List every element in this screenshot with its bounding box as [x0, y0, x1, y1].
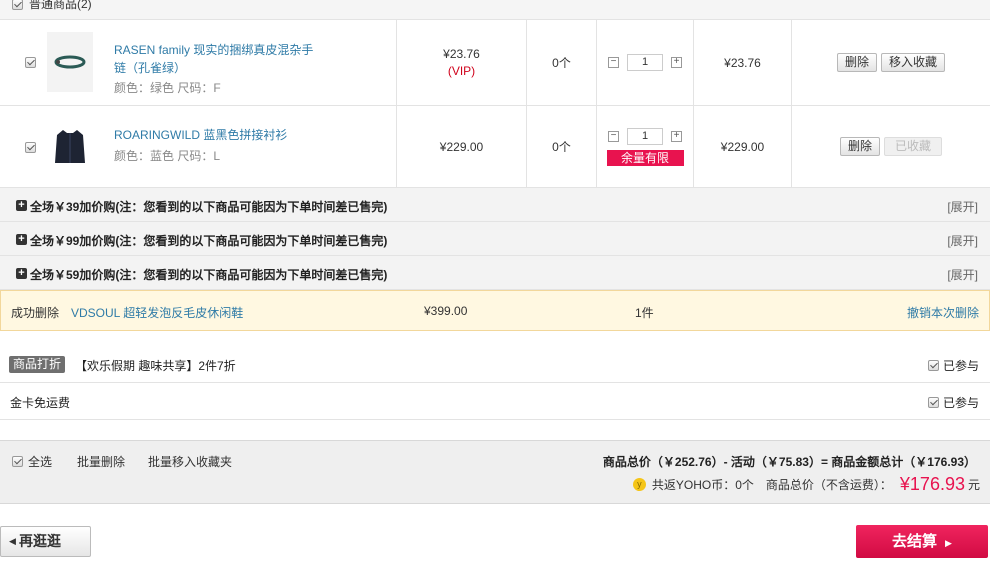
- addon-row: + 全场￥59加价购(注：您看到的以下商品可能因为下单时间差已售完) [展开]: [0, 256, 990, 290]
- promo-joined-label: 已参与: [942, 396, 979, 410]
- expand-link[interactable]: [展开]: [947, 232, 978, 249]
- delete-button[interactable]: 删除: [839, 137, 880, 156]
- promo-joined-label: 已参与: [942, 359, 979, 373]
- qty-cell: − 1 +: [596, 20, 693, 105]
- unit-price: ¥229.00: [439, 139, 484, 154]
- addon-row: + 全场￥39加价购(注：您看到的以下商品可能因为下单时间差已售完) [展开]: [0, 188, 990, 222]
- addon-text: 全场￥99加价购(注：您看到的以下商品可能因为下单时间差已售完): [30, 234, 388, 248]
- deleted-product-link[interactable]: VDSOUL 超轻发泡反毛皮休闲鞋: [71, 304, 243, 321]
- promo-text: 金卡免运费: [10, 396, 71, 410]
- product-thumbnail[interactable]: [47, 117, 93, 177]
- section-header: 普通商品(2): [0, 0, 990, 20]
- item-checkbox[interactable]: [25, 142, 36, 153]
- select-all[interactable]: 全选: [12, 453, 52, 470]
- expand-link[interactable]: [展开]: [947, 198, 978, 215]
- cart-footer: 全选 批量删除 批量移入收藏夹 商品总价（￥252.76）- 活动（￥75.83…: [0, 440, 990, 504]
- shirt-icon: [55, 130, 85, 163]
- batch-favorite-link[interactable]: 批量移入收藏夹: [148, 453, 232, 470]
- subtotal-cell: ¥229.00: [693, 106, 791, 187]
- batch-delete-link[interactable]: 批量删除: [77, 453, 125, 470]
- left-arrow-icon: ◀: [9, 536, 16, 546]
- deleted-price: ¥399.00: [424, 304, 468, 318]
- expand-plus-icon[interactable]: +: [16, 268, 27, 279]
- yoho-coins: 共返YOHO币：0个: [651, 478, 754, 492]
- product-attrs: 颜色：绿色 尺码：F: [114, 81, 221, 95]
- quantity-input[interactable]: 1: [627, 127, 663, 145]
- move-to-favorites-button[interactable]: 移入收藏: [881, 53, 946, 72]
- cart-item-row: RASEN family 现实的捆绑真皮混杂手链（孔雀绿） 颜色：绿色 尺码：F…: [0, 20, 990, 106]
- total-amount: ¥176.93: [899, 474, 965, 494]
- increase-button[interactable]: +: [671, 130, 682, 142]
- yoho-coin-icon: y: [632, 478, 646, 491]
- price-summary: 商品总价（￥252.76）- 活动（￥75.83）= 商品金额总计（￥176.9…: [602, 455, 976, 469]
- checkout-button[interactable]: 去结算 ▶: [856, 525, 988, 558]
- subtotal-cell: ¥23.76: [693, 20, 791, 105]
- select-all-label[interactable]: 全选: [28, 455, 52, 469]
- actions-cell: 删除 移入收藏: [791, 20, 990, 105]
- deleted-item-notice: 成功删除 VDSOUL 超轻发泡反毛皮休闲鞋 ¥399.00 1件 撤销本次删除: [0, 290, 990, 331]
- currency-unit: 元: [967, 478, 980, 492]
- section-title: 普通商品(2): [29, 0, 92, 11]
- price-cell: ¥229.00: [396, 106, 526, 187]
- product-attrs: 颜色：蓝色 尺码：L: [114, 149, 221, 163]
- stock-count: 0个: [552, 56, 571, 70]
- product-thumbnail[interactable]: [47, 32, 93, 92]
- promo-text: 【欢乐假期 趣味共享】2件7折: [75, 359, 236, 373]
- right-arrow-icon: ▶: [945, 538, 952, 548]
- actions-cell: 删除 已收藏: [791, 106, 990, 187]
- continue-shopping-button[interactable]: ◀ 再逛逛: [0, 526, 91, 557]
- subtotal: ¥23.76: [724, 55, 761, 70]
- product-name-link[interactable]: ROARINGWILD 蓝黑色拼接衬衫: [114, 126, 324, 144]
- qty-cell: − 1 + 余量有限: [596, 106, 693, 187]
- expand-plus-icon[interactable]: +: [16, 234, 27, 245]
- promo-joined: 已参与: [927, 394, 979, 411]
- decrease-button[interactable]: −: [608, 57, 619, 68]
- total-line: y 共返YOHO币：0个 商品总价（不含运费）： ¥176.93 元: [632, 474, 980, 495]
- promo-checkbox[interactable]: [927, 360, 939, 372]
- stock-cell: 0个: [526, 20, 596, 105]
- section-checkbox[interactable]: [12, 0, 23, 10]
- undo-delete-link[interactable]: 撤销本次删除: [907, 304, 979, 321]
- decrease-button[interactable]: −: [608, 130, 619, 142]
- continue-shopping-label: 再逛逛: [19, 533, 61, 549]
- limited-stock-badge: 余量有限: [606, 149, 684, 166]
- checkout-label: 去结算: [892, 533, 938, 550]
- addon-text: 全场￥59加价购(注：您看到的以下商品可能因为下单时间差已售完): [30, 268, 388, 282]
- addon-text: 全场￥39加价购(注：您看到的以下商品可能因为下单时间差已售完): [30, 200, 388, 214]
- expand-link[interactable]: [展开]: [947, 266, 978, 283]
- promo-row: 商品打折 【欢乐假期 趣味共享】2件7折 已参与: [0, 346, 990, 383]
- favorited-button[interactable]: 已收藏: [884, 137, 943, 156]
- promo-joined: 已参与: [927, 357, 979, 374]
- select-all-checkbox[interactable]: [12, 456, 23, 468]
- expand-plus-icon[interactable]: +: [16, 200, 27, 211]
- quantity-input[interactable]: 1: [627, 54, 663, 71]
- product-name-link[interactable]: RASEN family 现实的捆绑真皮混杂手链（孔雀绿）: [114, 41, 324, 77]
- quantity-stepper: − 1 +: [608, 54, 682, 71]
- deleted-qty: 1件: [635, 306, 654, 320]
- total-label: 商品总价（不含运费）：: [765, 478, 892, 492]
- deleted-label: 成功删除: [11, 306, 60, 320]
- quantity-stepper: − 1 +: [608, 127, 682, 145]
- promo-row: 金卡免运费 已参与: [0, 383, 990, 420]
- vip-label: (VIP): [447, 64, 476, 78]
- increase-button[interactable]: +: [671, 57, 682, 68]
- subtotal: ¥229.00: [720, 139, 765, 154]
- addon-row: + 全场￥99加价购(注：您看到的以下商品可能因为下单时间差已售完) [展开]: [0, 222, 990, 256]
- bracelet-icon: [54, 55, 86, 69]
- stock-count: 0个: [552, 140, 571, 154]
- delete-button[interactable]: 删除: [836, 53, 877, 72]
- stock-cell: 0个: [526, 106, 596, 187]
- price-cell: ¥23.76 (VIP): [396, 20, 526, 105]
- promo-checkbox[interactable]: [927, 397, 939, 409]
- unit-price: ¥23.76: [443, 47, 480, 61]
- cart-item-row: ROARINGWILD 蓝黑色拼接衬衫 颜色：蓝色 尺码：L ¥229.00 0…: [0, 106, 990, 188]
- discount-tag: 商品打折: [9, 356, 66, 373]
- item-checkbox[interactable]: [25, 57, 36, 68]
